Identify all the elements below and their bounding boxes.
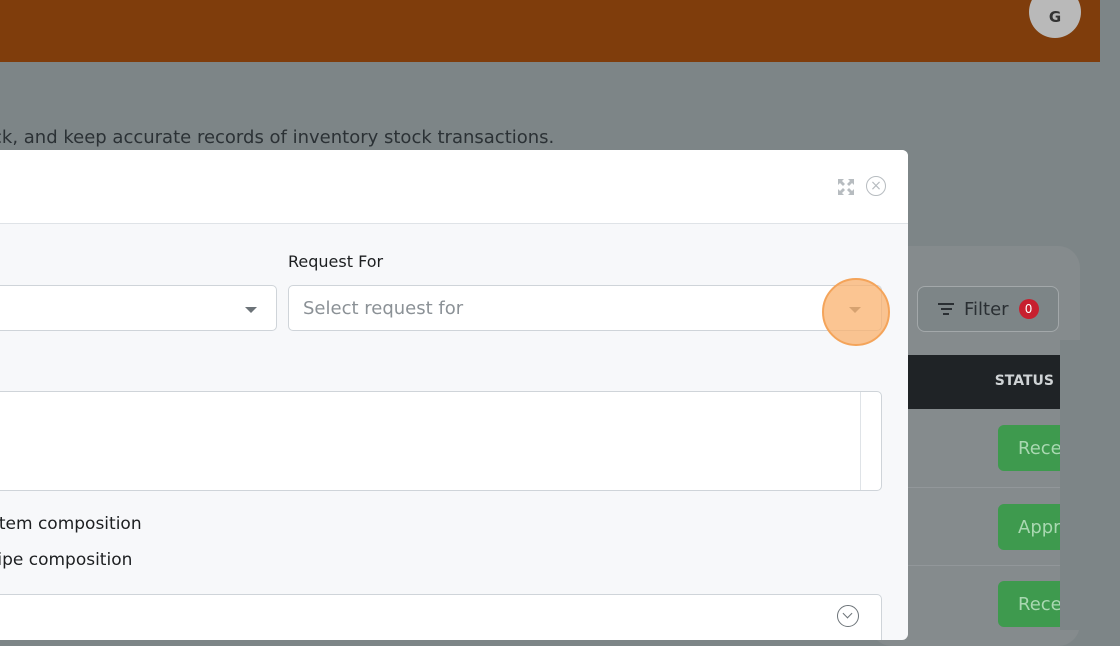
row-divider bbox=[908, 487, 1060, 488]
textarea-scrollbar[interactable] bbox=[860, 392, 881, 490]
request-for-select[interactable]: Select request for bbox=[288, 285, 882, 331]
close-icon[interactable]: × bbox=[866, 176, 886, 196]
modal-header: × bbox=[0, 150, 908, 224]
page-right-gutter bbox=[1060, 340, 1120, 630]
filter-button[interactable]: Filter 0 bbox=[917, 286, 1059, 332]
composition-select[interactable] bbox=[0, 594, 882, 640]
notes-textarea[interactable] bbox=[0, 391, 882, 491]
request-modal: × Request For Select request for -item c… bbox=[0, 150, 908, 640]
request-for-placeholder: Select request for bbox=[303, 298, 464, 319]
chevron-down-icon[interactable] bbox=[837, 605, 859, 627]
filter-count-badge: 0 bbox=[1018, 299, 1039, 319]
click-highlight bbox=[822, 278, 890, 346]
avatar-initial: G bbox=[1048, 8, 1062, 26]
expand-icon[interactable] bbox=[836, 177, 856, 197]
table-header: STATUS bbox=[900, 355, 1060, 409]
top-navbar bbox=[0, 0, 1100, 62]
option-sub-item-composition[interactable]: -item composition bbox=[0, 514, 142, 534]
filter-icon bbox=[938, 303, 954, 315]
column-header-status: STATUS bbox=[994, 373, 1054, 389]
page-description: ck, and keep accurate records of invento… bbox=[0, 127, 555, 148]
first-select[interactable] bbox=[0, 285, 277, 331]
row-divider bbox=[908, 565, 1060, 566]
option-recipe-composition[interactable]: cipe composition bbox=[0, 550, 132, 570]
navbar-edge bbox=[1100, 0, 1120, 62]
request-for-label: Request For bbox=[288, 252, 384, 271]
caret-down-icon bbox=[245, 307, 257, 313]
filter-label: Filter bbox=[964, 298, 1009, 320]
